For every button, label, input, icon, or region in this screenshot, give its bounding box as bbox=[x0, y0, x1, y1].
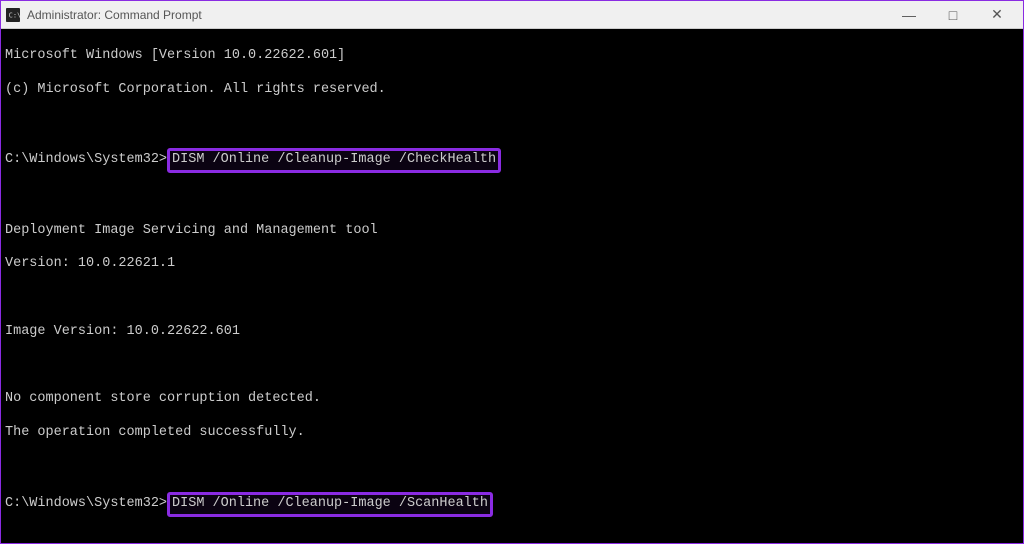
copyright-line: (c) Microsoft Corporation. All rights re… bbox=[5, 82, 1019, 99]
dism-tool-line: Deployment Image Servicing and Managemen… bbox=[5, 223, 1019, 240]
cmd-icon: C:\ bbox=[5, 7, 21, 23]
blank-line bbox=[5, 189, 1019, 206]
highlighted-command-2: DISM /Online /Cleanup-Image /ScanHealth bbox=[167, 492, 493, 517]
prompt-line-2: C:\Windows\System32>DISM /Online /Cleanu… bbox=[5, 493, 1019, 516]
terminal-output[interactable]: Microsoft Windows [Version 10.0.22622.60… bbox=[1, 29, 1023, 543]
blank-line bbox=[5, 532, 1019, 543]
window-titlebar: C:\ Administrator: Command Prompt — □ ✕ bbox=[1, 1, 1023, 29]
blank-line bbox=[5, 115, 1019, 132]
blank-line bbox=[5, 358, 1019, 375]
blank-line bbox=[5, 459, 1019, 476]
dism-version-line: Version: 10.0.22621.1 bbox=[5, 256, 1019, 273]
no-corruption-line: No component store corruption detected. bbox=[5, 391, 1019, 408]
windows-version-line: Microsoft Windows [Version 10.0.22622.60… bbox=[5, 48, 1019, 65]
prompt-path: C:\Windows\System32> bbox=[5, 152, 167, 169]
maximize-button[interactable]: □ bbox=[931, 1, 975, 29]
minimize-button[interactable]: — bbox=[887, 1, 931, 29]
svg-text:C:\: C:\ bbox=[9, 11, 20, 19]
blank-line bbox=[5, 290, 1019, 307]
close-button[interactable]: ✕ bbox=[975, 1, 1019, 29]
prompt-line-1: C:\Windows\System32>DISM /Online /Cleanu… bbox=[5, 149, 1019, 172]
prompt-path: C:\Windows\System32> bbox=[5, 496, 167, 513]
window-controls: — □ ✕ bbox=[887, 1, 1019, 29]
image-version-line: Image Version: 10.0.22622.601 bbox=[5, 324, 1019, 341]
highlighted-command-1: DISM /Online /Cleanup-Image /CheckHealth bbox=[167, 148, 501, 173]
window-title: Administrator: Command Prompt bbox=[27, 8, 887, 22]
success-line: The operation completed successfully. bbox=[5, 425, 1019, 442]
